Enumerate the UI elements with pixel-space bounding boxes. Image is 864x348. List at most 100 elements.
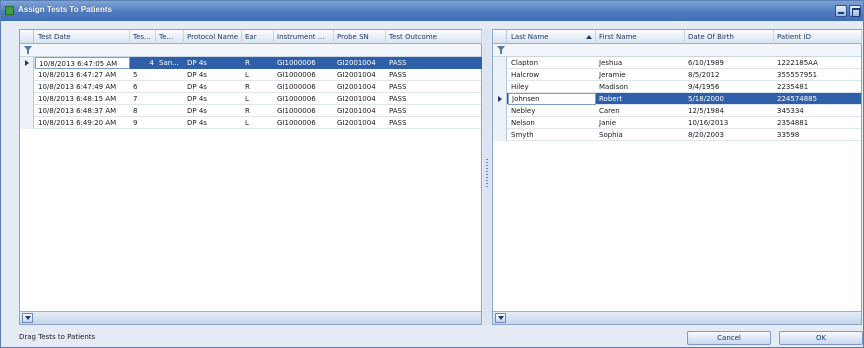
cell-patient-id[interactable]: 224574885 bbox=[774, 93, 862, 105]
table-row[interactable]: 10/8/2013 6:48:37 AM 8 DP 4s R GI1000006… bbox=[20, 105, 481, 117]
cell-probe-sn[interactable]: GI2001004 bbox=[334, 93, 386, 105]
tests-filter-row[interactable] bbox=[20, 44, 481, 57]
cell-date-of-birth[interactable]: 9/4/1956 bbox=[685, 81, 774, 93]
cell-test-outcome[interactable]: PASS bbox=[386, 57, 482, 69]
cell-patient-id[interactable]: 345334 bbox=[774, 105, 862, 117]
cell-patient-id[interactable]: 355557951 bbox=[774, 69, 862, 81]
cell-instrument[interactable]: GI1000006 bbox=[274, 81, 334, 93]
cell-ear[interactable]: R bbox=[242, 57, 274, 69]
column-header-test-number[interactable]: Tes... bbox=[130, 30, 156, 44]
cell-test-outcome[interactable]: PASS bbox=[386, 117, 482, 129]
cell-ear[interactable]: R bbox=[242, 105, 274, 117]
column-header-tester[interactable]: Te... bbox=[156, 30, 184, 44]
cell-patient-id[interactable]: 2235481 bbox=[774, 81, 862, 93]
cell-protocol[interactable]: DP 4s bbox=[184, 117, 242, 129]
cell-ear[interactable]: R bbox=[242, 81, 274, 93]
minimize-icon[interactable] bbox=[835, 5, 847, 17]
cell-probe-sn[interactable]: GI2001004 bbox=[334, 81, 386, 93]
cell-first-name[interactable]: Jeramie bbox=[596, 69, 685, 81]
cell-last-name[interactable]: Johnsen bbox=[508, 93, 596, 105]
cell-probe-sn[interactable]: GI2001004 bbox=[334, 105, 386, 117]
cell-probe-sn[interactable]: GI2001004 bbox=[334, 69, 386, 81]
row-selector[interactable] bbox=[20, 117, 34, 129]
cell-test-date[interactable]: 10/8/2013 6:47:27 AM bbox=[35, 69, 130, 81]
ok-button[interactable]: OK bbox=[779, 331, 863, 345]
table-row[interactable]: Halcrow Jeramie 8/5/2012 355557951 bbox=[493, 69, 861, 81]
cell-tester[interactable] bbox=[156, 93, 184, 105]
column-header-test-date[interactable]: Test Date bbox=[35, 30, 130, 44]
cell-test-number[interactable]: 7 bbox=[130, 93, 156, 105]
cell-last-name[interactable]: Nelson bbox=[508, 117, 596, 129]
cell-last-name[interactable]: Smyth bbox=[508, 129, 596, 141]
cell-instrument[interactable]: GI1000006 bbox=[274, 69, 334, 81]
row-selector[interactable] bbox=[493, 81, 507, 93]
cell-date-of-birth[interactable]: 5/18/2000 bbox=[685, 93, 774, 105]
column-header-ear[interactable]: Ear bbox=[242, 30, 274, 44]
table-row[interactable]: 10/8/2013 6:47:49 AM 6 DP 4s R GI1000006… bbox=[20, 81, 481, 93]
cell-first-name[interactable]: Madison bbox=[596, 81, 685, 93]
cell-patient-id[interactable]: 2354881 bbox=[774, 117, 862, 129]
filter-icon[interactable] bbox=[497, 46, 505, 54]
table-row[interactable]: Nelson Janie 10/16/2013 2354881 bbox=[493, 117, 861, 129]
table-row[interactable]: 10/8/2013 6:47:27 AM 5 DP 4s L GI1000006… bbox=[20, 69, 481, 81]
cell-test-date[interactable]: 10/8/2013 6:49:20 AM bbox=[35, 117, 130, 129]
cell-protocol[interactable]: DP 4s bbox=[184, 81, 242, 93]
column-header-instrument[interactable]: Instrument ... bbox=[274, 30, 334, 44]
cell-last-name[interactable]: Nebley bbox=[508, 105, 596, 117]
table-row[interactable]: Nebley Caren 12/5/1984 345334 bbox=[493, 105, 861, 117]
column-header-patient-id[interactable]: Patient ID bbox=[774, 30, 862, 44]
cell-test-outcome[interactable]: PASS bbox=[386, 105, 482, 117]
cell-patient-id[interactable]: 33598 bbox=[774, 129, 862, 141]
row-selector[interactable] bbox=[493, 93, 507, 105]
table-row[interactable]: Clapton Jeshua 6/10/1989 1222185AA bbox=[493, 57, 861, 69]
cell-tester[interactable] bbox=[156, 69, 184, 81]
cell-first-name[interactable]: Sophia bbox=[596, 129, 685, 141]
cancel-button[interactable]: Cancel bbox=[687, 331, 771, 345]
table-row[interactable]: 10/8/2013 6:48:15 AM 7 DP 4s L GI1000006… bbox=[20, 93, 481, 105]
table-row[interactable]: Hiley Madison 9/4/1956 2235481 bbox=[493, 81, 861, 93]
column-header-last-name[interactable]: Last Name bbox=[508, 30, 596, 44]
cell-tester[interactable]: San... bbox=[156, 57, 184, 69]
column-header-probe-sn[interactable]: Probe SN bbox=[334, 30, 386, 44]
cell-instrument[interactable]: GI1000006 bbox=[274, 57, 334, 69]
cell-last-name[interactable]: Halcrow bbox=[508, 69, 596, 81]
row-selector[interactable] bbox=[493, 69, 507, 81]
row-selector[interactable] bbox=[20, 93, 34, 105]
cell-patient-id[interactable]: 1222185AA bbox=[774, 57, 862, 69]
cell-ear[interactable]: L bbox=[242, 69, 274, 81]
cell-tester[interactable] bbox=[156, 81, 184, 93]
row-selector[interactable] bbox=[493, 129, 507, 141]
column-header-date-of-birth[interactable]: Date Of Birth bbox=[685, 30, 774, 44]
cell-first-name[interactable]: Robert bbox=[596, 93, 685, 105]
cell-date-of-birth[interactable]: 8/20/2003 bbox=[685, 129, 774, 141]
cell-test-date[interactable]: 10/8/2013 6:47:49 AM bbox=[35, 81, 130, 93]
cell-protocol[interactable]: DP 4s bbox=[184, 105, 242, 117]
cell-ear[interactable]: L bbox=[242, 117, 274, 129]
cell-protocol[interactable]: DP 4s bbox=[184, 93, 242, 105]
row-selector[interactable] bbox=[493, 105, 507, 117]
row-selector[interactable] bbox=[20, 57, 34, 69]
cell-protocol[interactable]: DP 4s bbox=[184, 57, 242, 69]
row-selector[interactable] bbox=[20, 105, 34, 117]
cell-first-name[interactable]: Caren bbox=[596, 105, 685, 117]
cell-first-name[interactable]: Janie bbox=[596, 117, 685, 129]
maximize-icon[interactable] bbox=[849, 5, 861, 17]
cell-instrument[interactable]: GI1000006 bbox=[274, 117, 334, 129]
expand-down-icon[interactable] bbox=[495, 313, 506, 323]
table-row[interactable]: Smyth Sophia 8/20/2003 33598 bbox=[493, 129, 861, 141]
column-header-protocol-name[interactable]: Protocol Name bbox=[184, 30, 242, 44]
pane-splitter[interactable] bbox=[483, 29, 491, 325]
patients-filter-row[interactable] bbox=[493, 44, 861, 57]
cell-test-outcome[interactable]: PASS bbox=[386, 81, 482, 93]
cell-test-outcome[interactable]: PASS bbox=[386, 69, 482, 81]
expand-down-icon[interactable] bbox=[22, 313, 33, 323]
cell-tester[interactable] bbox=[156, 117, 184, 129]
cell-probe-sn[interactable]: GI2001004 bbox=[334, 117, 386, 129]
cell-test-date[interactable]: 10/8/2013 6:48:37 AM bbox=[35, 105, 130, 117]
cell-first-name[interactable]: Jeshua bbox=[596, 57, 685, 69]
cell-date-of-birth[interactable]: 12/5/1984 bbox=[685, 105, 774, 117]
cell-test-date[interactable]: 10/8/2013 6:48:15 AM bbox=[35, 93, 130, 105]
filter-icon[interactable] bbox=[24, 46, 32, 54]
table-row[interactable]: 10/8/2013 6:49:20 AM 9 DP 4s L GI1000006… bbox=[20, 117, 481, 129]
row-selector[interactable] bbox=[493, 117, 507, 129]
